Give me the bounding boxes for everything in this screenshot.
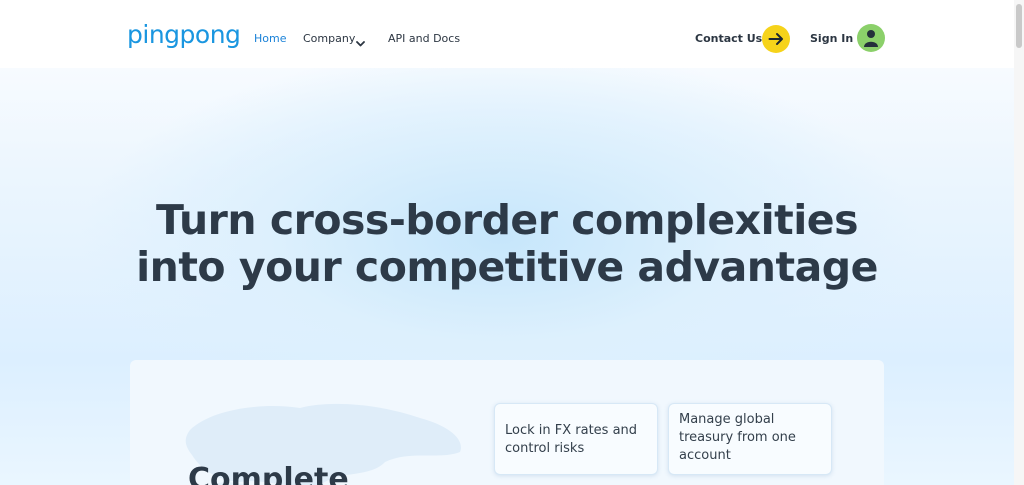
feature-fx-rates[interactable]: Lock in FX rates and control risks — [494, 403, 658, 475]
chevron-down-icon[interactable] — [356, 33, 365, 47]
hero-headline: Turn cross-border complexities into your… — [0, 197, 1014, 291]
contact-us-link[interactable]: Contact Us — [695, 32, 762, 45]
arrow-right-icon — [768, 33, 783, 45]
contact-arrow-button[interactable] — [762, 25, 790, 53]
hero-headline-line-2: into your competitive advantage — [136, 243, 878, 291]
nav-home[interactable]: Home — [254, 32, 286, 45]
pingpong-logo[interactable]: pingpong — [127, 22, 241, 47]
hero-section: Turn cross-border complexities into your… — [0, 68, 1014, 485]
user-icon — [864, 30, 878, 47]
site-header: pingpong Home Company API and Docs Conta… — [0, 0, 1014, 68]
scrollbar-thumb[interactable] — [1016, 4, 1022, 48]
feature-card: Complete Lock in FX rates and control ri… — [130, 360, 884, 485]
feature-global-treasury[interactable]: Manage global treasury from one account — [668, 403, 832, 475]
avatar[interactable] — [857, 24, 885, 52]
hero-headline-line-1: Turn cross-border complexities — [156, 196, 859, 244]
sign-in-link[interactable]: Sign In — [810, 32, 853, 45]
nav-company[interactable]: Company — [303, 32, 355, 45]
nav-api-docs[interactable]: API and Docs — [388, 32, 460, 45]
page-scrollbar[interactable] — [1014, 0, 1024, 485]
card-title: Complete — [188, 462, 349, 485]
